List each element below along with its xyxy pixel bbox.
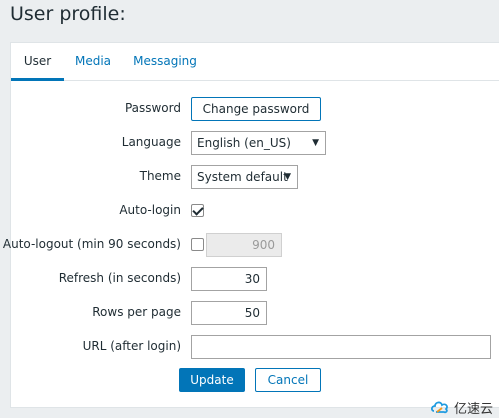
watermark: 亿速云 bbox=[430, 398, 493, 417]
autologin-checkbox[interactable] bbox=[191, 204, 204, 217]
tab-bar: User Media Messaging bbox=[11, 43, 499, 81]
user-profile-panel: User Media Messaging Password Change pas… bbox=[3, 42, 499, 408]
watermark-text: 亿速云 bbox=[453, 401, 493, 417]
tab-user[interactable]: User bbox=[11, 43, 64, 81]
url-input[interactable] bbox=[191, 335, 491, 359]
password-label: Password bbox=[124, 101, 181, 115]
autologout-label: Auto-logout (min 90 seconds) bbox=[2, 237, 181, 251]
autologout-checkbox[interactable] bbox=[191, 238, 204, 251]
language-select-value: English (en_US) bbox=[197, 136, 291, 150]
rows-per-page-label: Rows per page bbox=[92, 305, 181, 319]
rows-per-page-input[interactable]: 50 bbox=[191, 301, 267, 325]
tab-messaging[interactable]: Messaging bbox=[133, 43, 197, 81]
update-button[interactable]: Update bbox=[179, 368, 245, 392]
autologout-input[interactable]: 900 bbox=[206, 233, 282, 257]
page-title: User profile: bbox=[10, 3, 126, 25]
cloud-logo-icon bbox=[430, 401, 448, 414]
cancel-button[interactable]: Cancel bbox=[255, 368, 321, 392]
tab-media[interactable]: Media bbox=[73, 43, 113, 81]
theme-label: Theme bbox=[139, 169, 181, 183]
theme-select-value: System default bbox=[197, 170, 288, 184]
theme-select[interactable]: System default ▼ bbox=[191, 165, 298, 189]
refresh-label: Refresh (in seconds) bbox=[58, 271, 181, 285]
language-select[interactable]: English (en_US) ▼ bbox=[191, 131, 326, 155]
chevron-down-icon: ▼ bbox=[312, 138, 319, 148]
autologin-label: Auto-login bbox=[119, 203, 181, 217]
url-label: URL (after login) bbox=[82, 339, 181, 353]
chevron-down-icon: ▼ bbox=[284, 172, 291, 182]
language-label: Language bbox=[121, 135, 181, 149]
refresh-input[interactable]: 30 bbox=[191, 267, 267, 291]
change-password-button[interactable]: Change password bbox=[191, 97, 321, 121]
